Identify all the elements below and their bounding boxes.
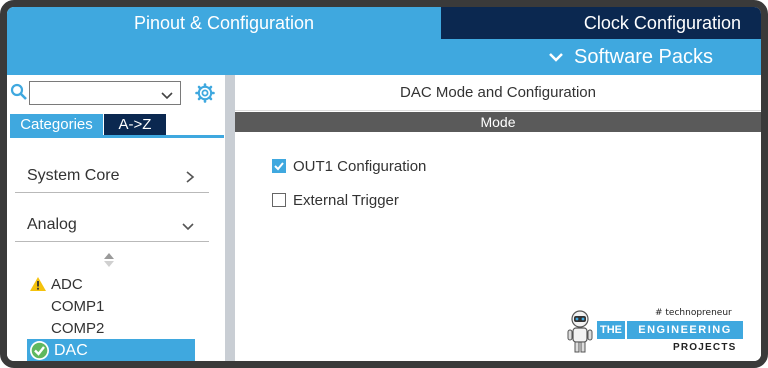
tab-pinout-label: Pinout & Configuration: [133, 12, 315, 33]
category-label: Analog: [27, 215, 77, 233]
list-item-adc[interactable]: ADC: [51, 275, 83, 295]
option-external-trigger[interactable]: External Trigger: [272, 190, 399, 210]
out1-checkbox[interactable]: [272, 159, 286, 173]
watermark-engineering: ENGINEERING: [625, 321, 743, 339]
option-out1-configuration[interactable]: OUT1 Configuration: [272, 156, 426, 176]
tab-clock-configuration[interactable]: Clock Configuration: [441, 7, 761, 39]
panel-splitter[interactable]: [225, 75, 235, 361]
robot-icon: [565, 309, 595, 361]
sort-icon[interactable]: [103, 252, 115, 273]
list-item-comp2[interactable]: COMP2: [51, 319, 104, 339]
software-packs-menu[interactable]: Software Packs: [574, 46, 713, 69]
option-label: External Trigger: [293, 191, 399, 209]
panel-title: DAC Mode and Configuration: [235, 75, 761, 111]
tab-a-z[interactable]: A->Z: [104, 114, 166, 135]
check-circle-icon: [29, 340, 50, 361]
tab-clock-label: Clock Configuration: [583, 12, 741, 33]
tab-pinout-configuration[interactable]: Pinout & Configuration: [7, 7, 441, 39]
search-input[interactable]: [29, 81, 181, 105]
watermark-projects: PROJECTS: [673, 342, 737, 353]
tab-underline: [10, 135, 224, 138]
list-item-comp1[interactable]: COMP1: [51, 297, 104, 317]
category-analog[interactable]: Analog: [15, 208, 209, 242]
list-item-dac[interactable]: DAC: [27, 339, 195, 361]
list-item-label: DAC: [54, 342, 88, 359]
panel-title-text: DAC Mode and Configuration: [400, 84, 596, 101]
checkmark-icon: [274, 162, 284, 171]
chevron-down-icon[interactable]: [160, 88, 174, 106]
chevron-right-icon: [185, 170, 195, 189]
tab-categories-label: Categories: [20, 116, 93, 133]
category-label: System Core: [27, 166, 120, 184]
app-window: Pinout & Configuration Clock Configurati…: [0, 0, 768, 368]
sidebar: Categories A->Z System Core Analog ADC C…: [7, 75, 225, 361]
watermark-the: THE: [597, 321, 625, 339]
option-label: OUT1 Configuration: [293, 157, 427, 175]
chevron-down-icon[interactable]: [548, 51, 564, 63]
category-system-core[interactable]: System Core: [15, 159, 209, 193]
software-packs-bar: Software Packs: [7, 39, 761, 75]
config-panel: DAC Mode and Configuration Mode OUT1 Con…: [235, 75, 761, 361]
tab-a-z-label: A->Z: [118, 116, 152, 133]
mode-header-text: Mode: [480, 114, 516, 130]
chevron-down-icon: [181, 219, 195, 237]
external-trigger-checkbox[interactable]: [272, 193, 286, 207]
watermark-hashtag: # technopreneur: [655, 308, 732, 318]
gear-icon[interactable]: [195, 83, 215, 108]
watermark-logo: # technopreneur THE ENGINEERING PROJECTS: [561, 305, 751, 361]
mode-header: Mode: [235, 112, 761, 132]
warning-icon: [29, 276, 47, 297]
search-icon[interactable]: [10, 83, 28, 106]
tab-categories[interactable]: Categories: [10, 114, 103, 135]
